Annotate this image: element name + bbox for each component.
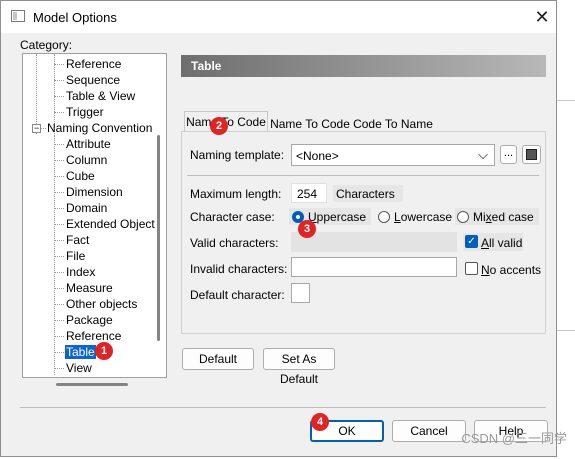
tree-item-fact[interactable]: Fact (66, 233, 89, 247)
mixed-case-label: Mixed case (473, 210, 534, 224)
watermark: CSDN @三一同学 (461, 431, 567, 446)
tree-connector (54, 240, 64, 241)
tree-connector (54, 208, 64, 209)
uppercase-label: Uppercase (308, 210, 367, 224)
tree-connector (54, 336, 64, 337)
tree-connector (54, 320, 64, 321)
annotation-badge-4: 4 (311, 413, 329, 431)
default-character-input[interactable] (291, 283, 310, 303)
tree-connector (54, 368, 64, 369)
canvas-line (557, 100, 575, 101)
tree-item-other-objects[interactable]: Other objects (66, 297, 137, 311)
category-tree[interactable]: − Reference Sequence Table & View Trigge… (22, 53, 167, 378)
properties-icon (526, 149, 537, 160)
tree-item-sequence[interactable]: Sequence (66, 73, 120, 87)
tree-connector (54, 80, 64, 81)
check-icon: ✓ (467, 236, 476, 247)
tree-connector (54, 256, 64, 257)
tree-item-extended-object[interactable]: Extended Object (66, 217, 155, 231)
annotation-badge-2: 2 (210, 117, 228, 135)
tree-item-table-view[interactable]: Table & View (66, 89, 135, 103)
category-label: Category: (20, 38, 73, 52)
lowercase-label: Lowercase (394, 210, 453, 224)
tree-item-domain[interactable]: Domain (66, 201, 107, 215)
tree-item-table[interactable]: Table (64, 344, 97, 360)
tree-connector (54, 272, 64, 273)
tree-item-reference-2[interactable]: Reference (66, 329, 121, 343)
annotation-badge-1: 1 (95, 342, 113, 360)
tree-connector (54, 160, 64, 161)
tree-connector (54, 304, 64, 305)
mixed-case-radio[interactable] (457, 211, 469, 223)
tree-connector (54, 352, 64, 353)
chevron-down-icon: ⌵ (478, 147, 488, 162)
maximum-length-input[interactable]: 254 (291, 183, 327, 203)
tree-item-measure[interactable]: Measure (66, 281, 113, 295)
tab-code-to-name[interactable]: Code To Name (352, 113, 434, 133)
divider (20, 407, 546, 408)
characters-unit-label: Characters (336, 187, 395, 201)
tree-vertical-scrollbar[interactable] (157, 135, 160, 341)
no-accents-checkbox[interactable] (465, 262, 478, 275)
no-accents-label: No accents (481, 263, 542, 277)
tree-item-naming-convention[interactable]: Naming Convention (47, 121, 152, 135)
cancel-button[interactable]: Cancel (392, 420, 466, 442)
browse-template-button[interactable]: ... (500, 145, 517, 164)
canvas-line (557, 330, 575, 331)
all-valid-checkbox[interactable]: ✓ (465, 235, 478, 248)
window-title: Model Options (33, 10, 117, 25)
valid-characters-input[interactable] (291, 232, 457, 252)
section-header: Table (181, 55, 546, 77)
maximum-length-value: 254 (297, 187, 318, 201)
tree-item-view[interactable]: View (66, 361, 92, 375)
tree-item-file[interactable]: File (66, 249, 85, 263)
app-icon (11, 10, 25, 22)
template-properties-button[interactable] (522, 145, 541, 164)
tree-item-trigger[interactable]: Trigger (66, 105, 104, 119)
naming-template-label: Naming template: (190, 148, 285, 162)
tab-label: Name To Code (270, 117, 350, 131)
tree-connector (54, 288, 64, 289)
divider (187, 175, 539, 176)
tab-label: Code To Name (353, 117, 433, 131)
tree-connector (54, 112, 64, 113)
tree-guide-line (54, 135, 55, 375)
invalid-characters-label: Invalid characters: (190, 262, 288, 276)
maximum-length-label: Maximum length: (190, 187, 282, 201)
tree-item-reference[interactable]: Reference (66, 57, 121, 71)
tree-item-column[interactable]: Column (66, 153, 107, 167)
default-character-label: Default character: (190, 288, 285, 302)
tree-connector (54, 96, 64, 97)
tree-connector (54, 176, 64, 177)
tree-item-package[interactable]: Package (66, 313, 113, 327)
tree-connector (41, 128, 46, 129)
naming-template-value: <None> (296, 149, 339, 163)
model-options-dialog: Model Options ✕ Category: − Reference Se… (0, 0, 557, 457)
tree-connector (54, 192, 64, 193)
character-case-label: Character case: (190, 210, 275, 224)
naming-template-select[interactable]: <None> ⌵ (291, 144, 495, 166)
tree-horizontal-scrollbar[interactable] (56, 383, 128, 386)
invalid-characters-input[interactable] (291, 257, 457, 277)
annotation-badge-3: 3 (298, 220, 316, 238)
collapse-icon[interactable]: − (32, 124, 41, 133)
valid-characters-label: Valid characters: (190, 236, 279, 250)
tab-name-to-code-2[interactable]: Name To Code (269, 113, 351, 133)
tree-connector (54, 64, 64, 65)
set-as-default-button[interactable]: Set As Default (263, 348, 335, 386)
tree-connector (54, 144, 64, 145)
all-valid-label: All valid (481, 236, 523, 250)
tree-item-index[interactable]: Index (66, 265, 95, 279)
tree-guide-line (36, 54, 37, 134)
tree-connector (54, 224, 64, 225)
tree-item-cube[interactable]: Cube (66, 169, 95, 183)
tree-item-attribute[interactable]: Attribute (66, 137, 111, 151)
tree-item-dimension[interactable]: Dimension (66, 185, 123, 199)
close-icon[interactable]: ✕ (532, 7, 552, 27)
default-button[interactable]: Default (182, 348, 254, 370)
lowercase-radio[interactable] (378, 211, 390, 223)
